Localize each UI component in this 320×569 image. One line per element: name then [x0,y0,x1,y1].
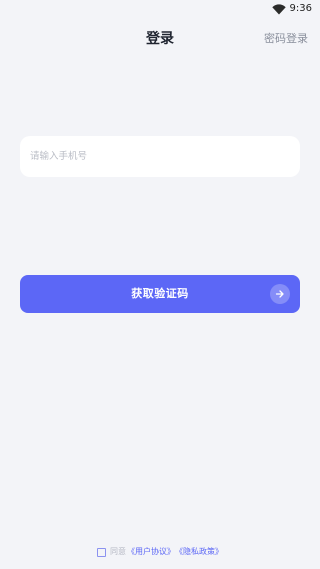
get-code-button[interactable]: 获取验证码 [20,275,300,313]
wifi-icon [271,3,286,14]
agreement-checkbox[interactable] [97,547,106,557]
password-login-link[interactable]: 密码登录 [264,30,308,48]
status-bar: 9:36 [0,0,320,18]
status-icons: 9:36 [271,2,312,16]
privacy-policy-link[interactable]: 《隐私政策》 [175,546,223,558]
get-code-button-label: 获取验证码 [131,287,189,300]
phone-input-container [20,136,300,177]
phone-input[interactable] [20,136,300,177]
status-time: 9:36 [289,3,312,14]
agreement-prefix: 同意 [110,547,126,556]
header: 登录 密码登录 [0,28,320,52]
arrow-right-icon [270,284,290,304]
user-agreement-link[interactable]: 《用户协议》 [127,546,175,558]
agreement-row: 同意 《用户协议》 《隐私政策》 [0,546,320,558]
